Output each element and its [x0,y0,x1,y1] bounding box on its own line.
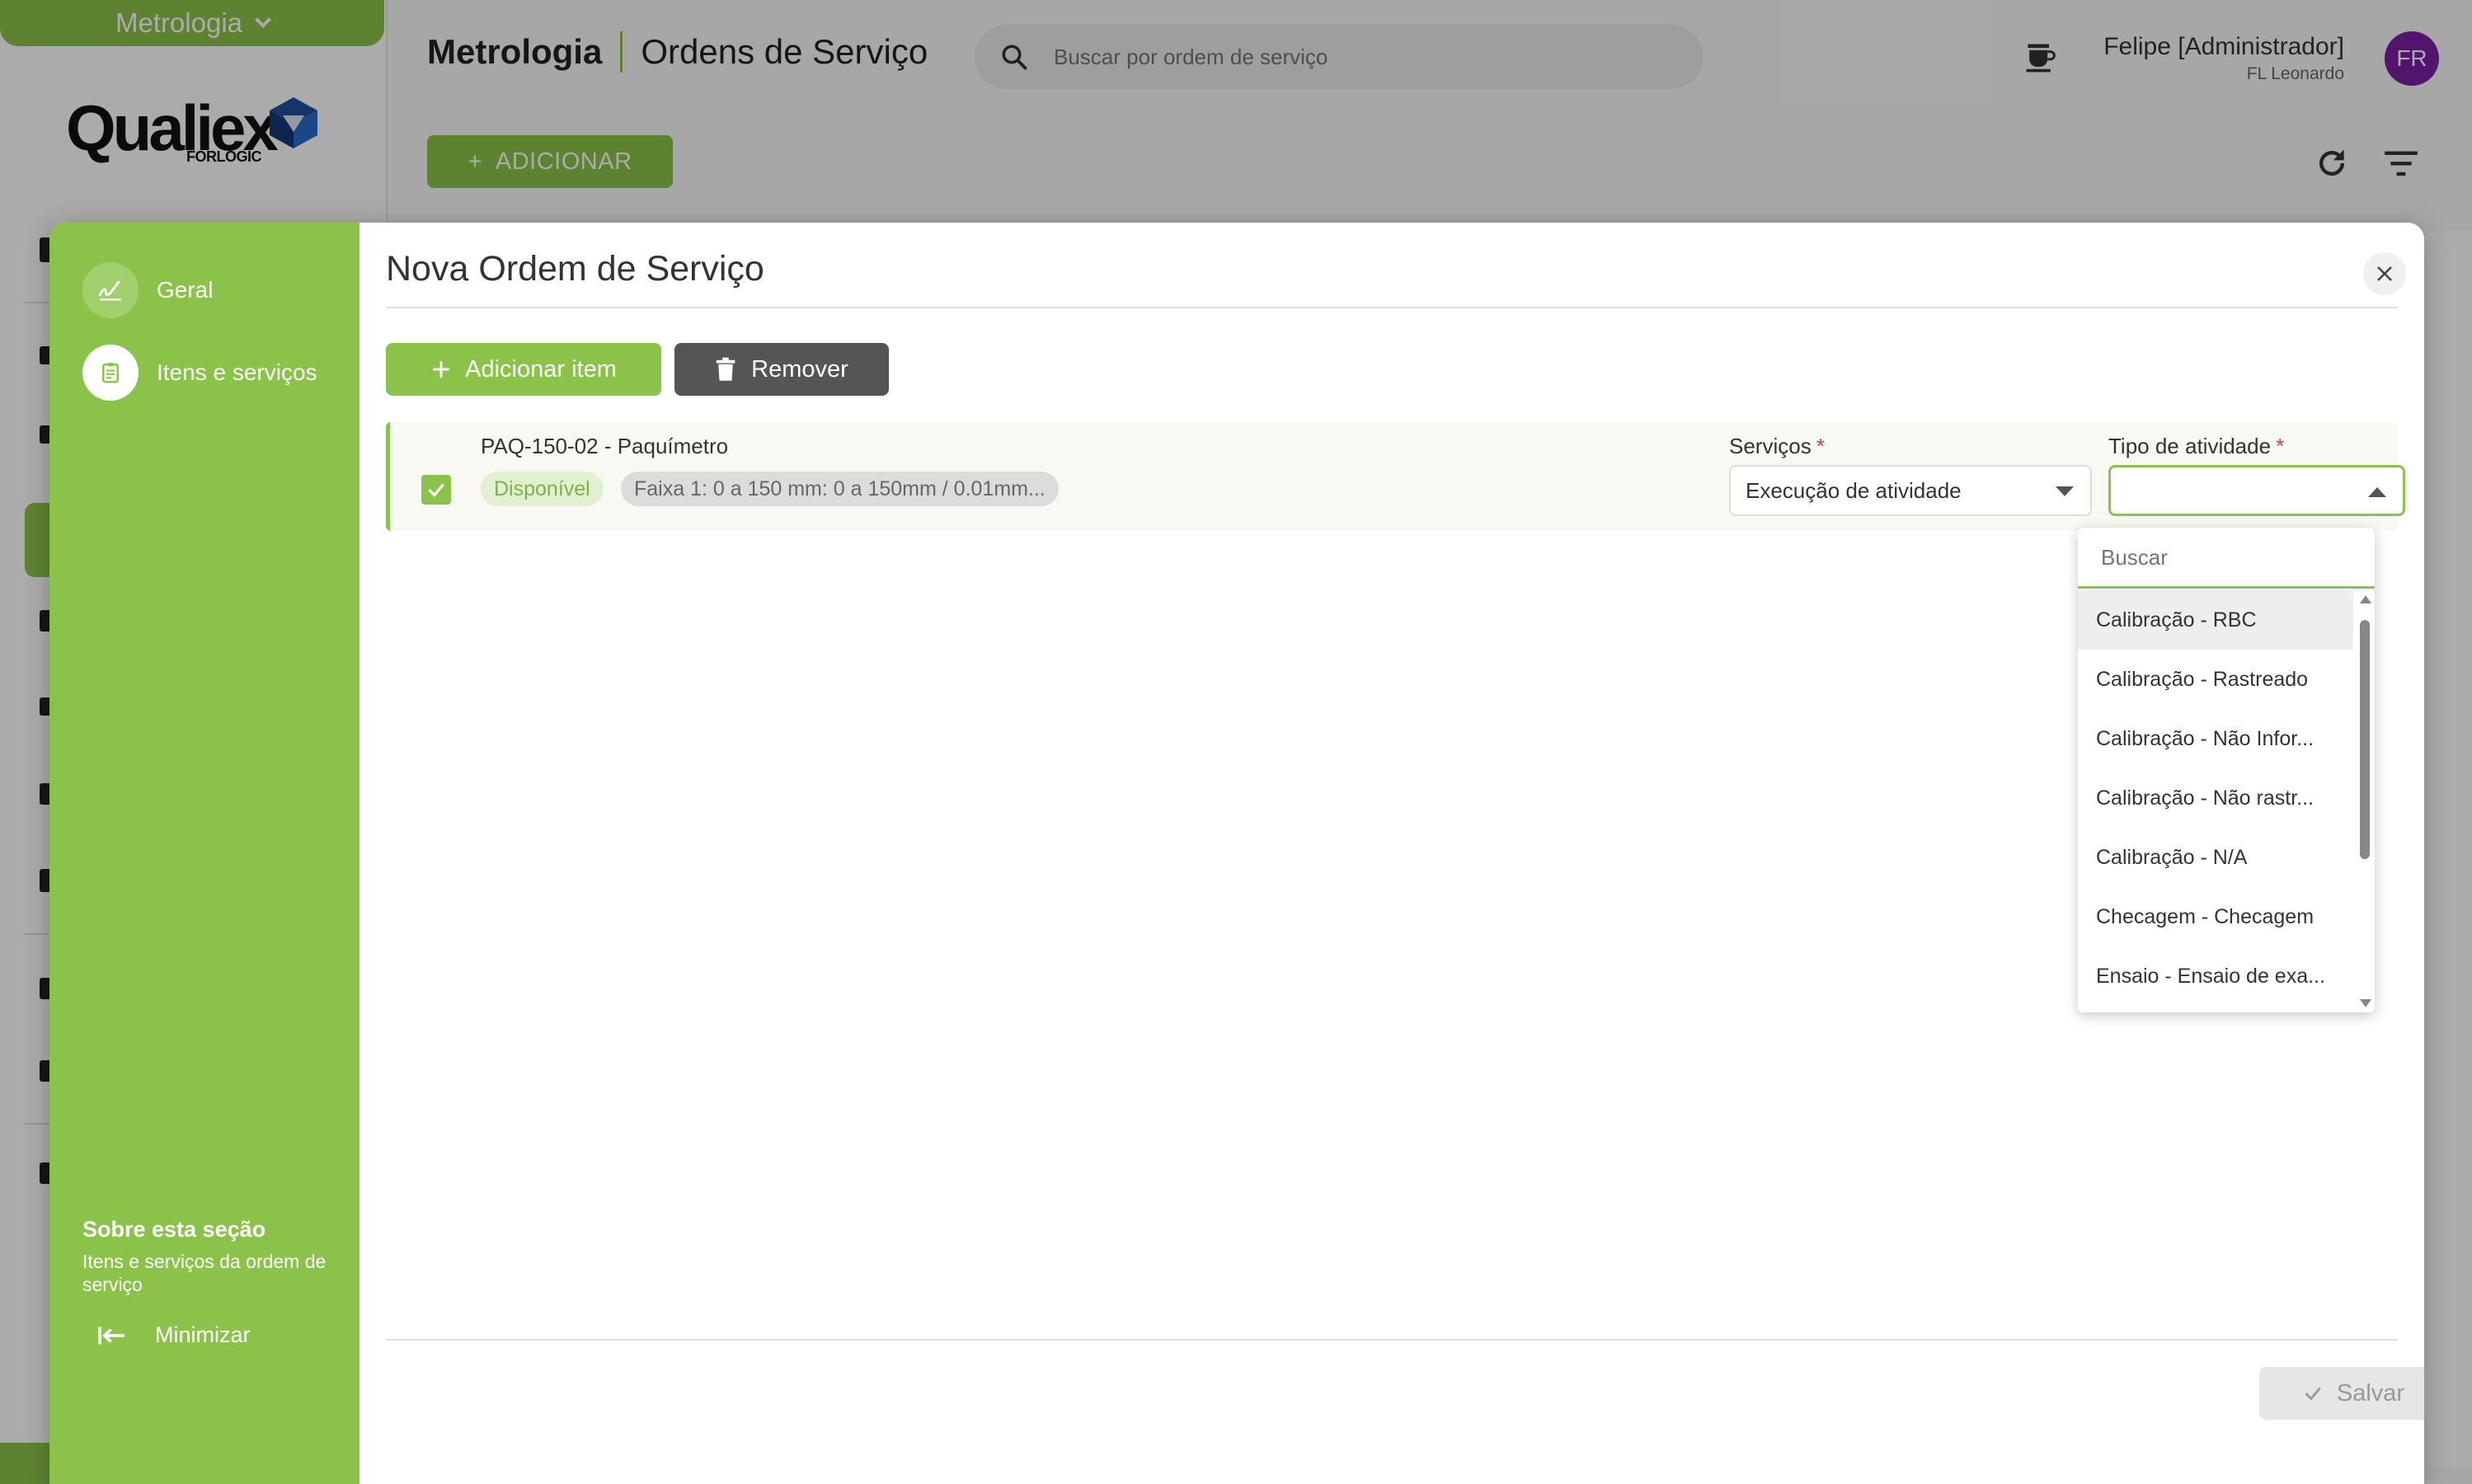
close-icon [2377,266,2392,281]
item-row: PAQ-150-02 - Paquímetro Disponível Faixa… [386,422,2405,531]
save-button[interactable]: Salvar [2259,1367,2424,1420]
about-section-text: Itens e serviços da ordem de serviço [82,1251,327,1295]
dropdown-search [2078,528,2375,589]
about-section-title: Sobre esta seção [82,1217,266,1242]
title-divider [386,307,2398,308]
dropdown-search-input[interactable] [2101,541,2348,574]
dropdown-option[interactable]: Calibração - Não rastr... [2078,768,2353,828]
trash-icon [716,357,735,381]
check-icon [428,483,444,497]
steps-panel: Geral Itens e serviços Sobre esta seção … [49,223,360,1484]
scroll-down-icon[interactable] [2360,999,2371,1007]
modal-title: Nova Ordem de Serviço [386,249,764,289]
dropdown-option[interactable]: Ensaio - Ensaio de exa... [2078,946,2353,1006]
signature-icon [82,262,139,318]
activity-type-dropdown: Calibração - RBC Calibração - Rastreado … [2078,528,2375,1012]
dropdown-option[interactable]: Calibração - RBC [2078,590,2353,650]
save-label: Salvar [2336,1379,2405,1407]
add-item-button[interactable]: Adicionar item [386,343,661,396]
modal-content: Nova Ordem de Serviço Adicionar item Rem… [360,223,2424,1484]
dropdown-option[interactable]: Calibração - N/A [2078,828,2353,887]
services-select[interactable]: Execução de atividade [1729,465,2092,516]
services-value: Execução de atividade [1746,477,1962,503]
remove-button[interactable]: Remover [674,343,889,396]
check-icon [2305,1387,2321,1401]
collapse-left-icon [98,1327,125,1344]
services-label-text: Serviços [1729,434,1812,458]
status-badge: Disponível [481,472,604,506]
dropdown-option[interactable]: Calibração - Rastreado [2078,650,2353,709]
required-mark: * [1816,434,1825,458]
dropdown-option[interactable]: Checagem - Checagem [2078,887,2353,946]
activity-type-label: Tipo de atividade * [2108,434,2284,459]
clipboard-icon [82,345,139,401]
add-item-label: Adicionar item [465,355,617,383]
required-mark: * [2276,434,2285,458]
scroll-thumb[interactable] [2360,620,2370,859]
remove-label: Remover [751,355,848,383]
dropdown-scrollbar[interactable] [2357,590,2373,1012]
item-checkbox[interactable] [421,475,451,505]
services-label: Serviços * [1729,434,1825,459]
plus-icon [433,361,449,378]
caret-down-icon [2056,486,2074,496]
range-badge: Faixa 1: 0 a 150 mm: 0 a 150mm / 0.01mm.… [621,472,1059,506]
step-items-label: Itens e serviços [157,359,317,385]
dropdown-option[interactable]: Calibração - Não Infor... [2078,709,2353,768]
activity-type-select[interactable] [2108,465,2405,516]
item-name: PAQ-150-02 - Paquímetro [481,434,729,458]
minimize-label: Minimizar [155,1322,251,1347]
footer-divider [386,1339,2398,1341]
step-items-services[interactable]: Itens e serviços [82,345,317,401]
activity-type-label-text: Tipo de atividade [2108,434,2272,458]
new-service-order-modal: Geral Itens e serviços Sobre esta seção … [49,223,2424,1484]
step-general[interactable]: Geral [82,262,213,318]
close-button[interactable] [2363,252,2406,295]
minimize-button[interactable]: Minimizar [97,1322,251,1348]
caret-up-icon [2368,487,2386,497]
scroll-up-icon[interactable] [2360,595,2371,603]
dropdown-options: Calibração - RBC Calibração - Rastreado … [2078,590,2353,1006]
step-general-label: Geral [157,277,214,303]
